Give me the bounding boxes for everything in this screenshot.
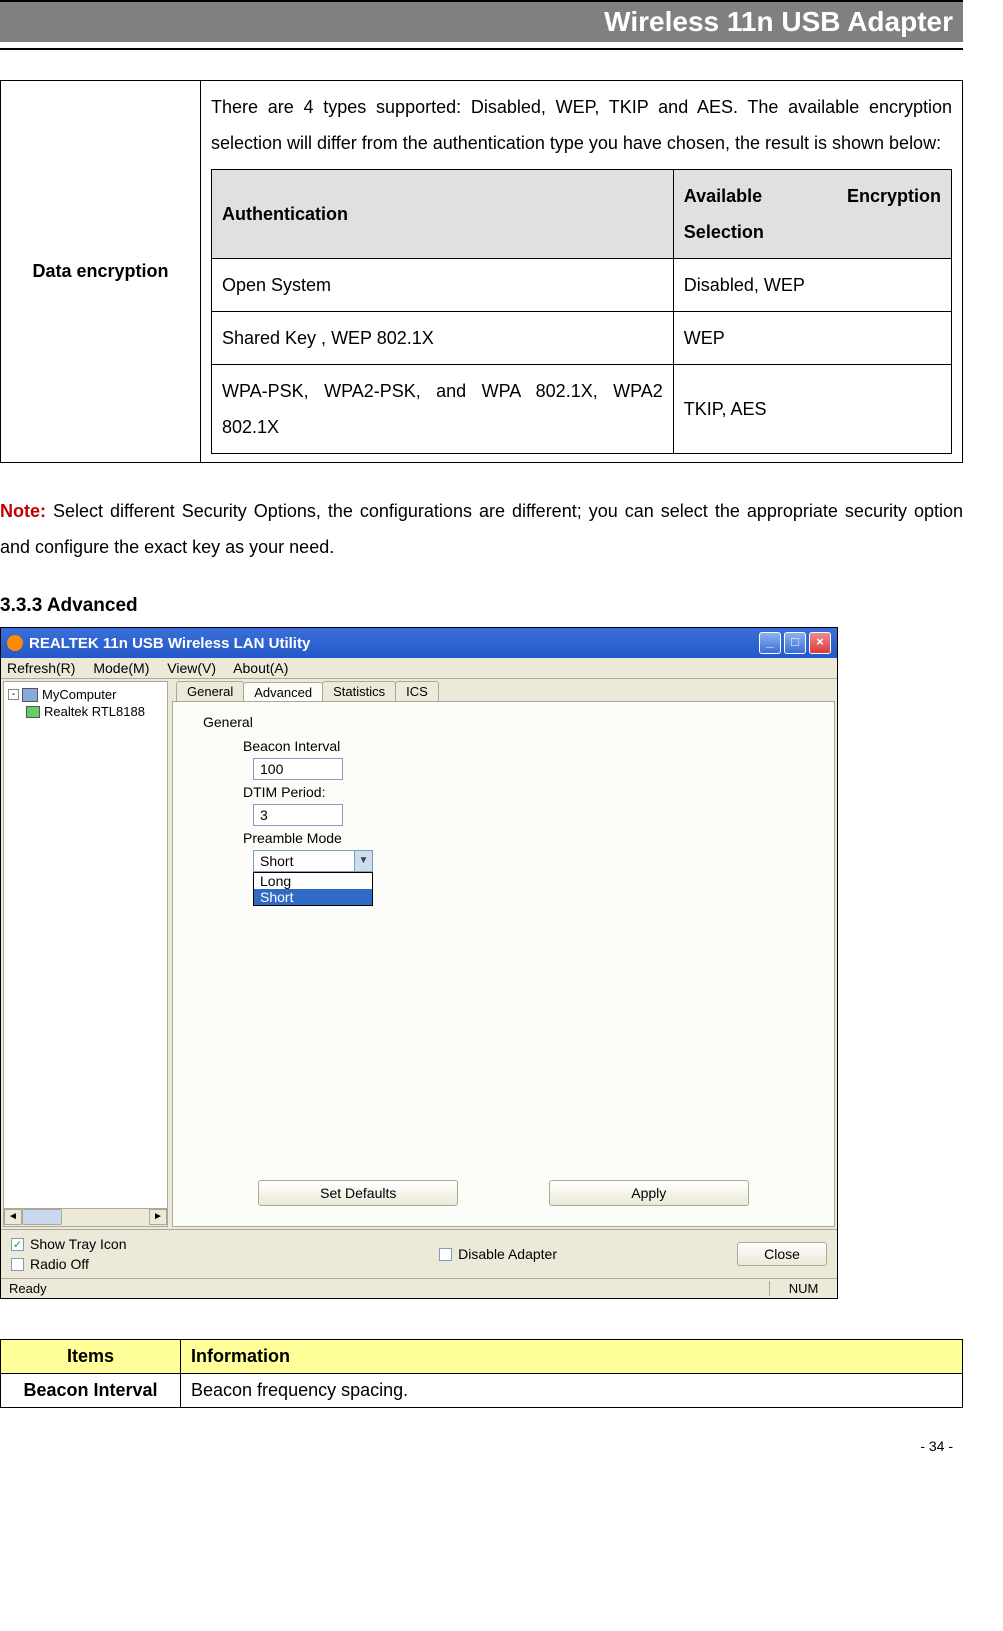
app-icon — [7, 635, 23, 651]
items-header-items: Items — [1, 1340, 181, 1374]
enc-cell: Disabled, WEP — [673, 259, 951, 312]
menu-about[interactable]: About(A) — [233, 660, 288, 676]
auth-enc-table: Authentication Available Encryption Sele… — [211, 169, 952, 454]
items-header-info: Information — [181, 1340, 963, 1374]
scroll-right-icon[interactable]: ► — [149, 1209, 167, 1225]
tab-statistics[interactable]: Statistics — [322, 681, 396, 701]
auth-header: Authentication — [212, 170, 674, 259]
close-button[interactable]: Close — [737, 1242, 827, 1266]
radio-off-label: Radio Off — [30, 1256, 89, 1272]
preamble-mode-label: Preamble Mode — [243, 830, 804, 846]
dtim-period-label: DTIM Period: — [243, 784, 804, 800]
minimize-button[interactable]: _ — [759, 632, 781, 654]
statusbar: Ready NUM — [1, 1278, 837, 1298]
radio-off-checkbox[interactable]: Radio Off — [11, 1256, 127, 1272]
dtim-period-input[interactable]: 3 — [253, 804, 343, 826]
auth-cell: WPA-PSK, WPA2-PSK, and WPA 802.1X, WPA2 … — [212, 365, 674, 454]
note-paragraph: Note: Select different Security Options,… — [0, 493, 963, 565]
preamble-mode-select[interactable]: Short ▼ — [253, 850, 373, 872]
tree-scrollbar[interactable]: ◄ ► — [4, 1208, 167, 1226]
preamble-option-short[interactable]: Short — [254, 889, 372, 905]
tree-root-label: MyComputer — [42, 687, 116, 702]
encryption-intro: There are 4 types supported: Disabled, W… — [211, 97, 952, 153]
auth-cell: Open System — [212, 259, 674, 312]
chevron-down-icon[interactable]: ▼ — [354, 851, 372, 871]
tree-pane: - MyComputer Realtek RTL8188 ◄ ► — [3, 681, 168, 1227]
beacon-interval-label: Beacon Interval — [243, 738, 804, 754]
checkbox-icon — [439, 1248, 452, 1261]
titlebar: REALTEK 11n USB Wireless LAN Utility _ □… — [1, 628, 837, 658]
disable-adapter-checkbox[interactable]: Disable Adapter — [439, 1246, 557, 1262]
bottom-bar: ✓ Show Tray Icon Radio Off Disable Adapt… — [1, 1229, 837, 1278]
status-num: NUM — [769, 1281, 829, 1296]
note-label: Note: — [0, 501, 46, 521]
menubar: Refresh(R) Mode(M) View(V) About(A) — [1, 658, 837, 679]
tab-advanced[interactable]: Advanced — [243, 682, 323, 702]
show-tray-checkbox[interactable]: ✓ Show Tray Icon — [11, 1236, 127, 1252]
status-ready: Ready — [9, 1281, 769, 1296]
page-header: Wireless 11n USB Adapter — [0, 0, 963, 42]
close-window-button[interactable]: × — [809, 632, 831, 654]
tab-strip: General Advanced Statistics ICS — [172, 681, 835, 701]
section-heading: 3.3.3 Advanced — [0, 595, 963, 617]
preamble-option-long[interactable]: Long — [254, 873, 372, 889]
maximize-button[interactable]: □ — [784, 632, 806, 654]
encryption-table: Data encryption There are 4 types suppor… — [0, 80, 963, 463]
page-number: - 34 - — [0, 1438, 963, 1454]
header-rule — [0, 48, 963, 50]
auth-cell: Shared Key , WEP 802.1X — [212, 312, 674, 365]
menu-refresh[interactable]: Refresh(R) — [7, 660, 75, 676]
apply-button[interactable]: Apply — [549, 1180, 749, 1206]
app-window: REALTEK 11n USB Wireless LAN Utility _ □… — [0, 627, 838, 1299]
computer-icon — [22, 688, 38, 702]
enc-header: Available Encryption Selection — [673, 170, 951, 259]
disable-adapter-label: Disable Adapter — [458, 1246, 557, 1262]
checkbox-icon — [11, 1258, 24, 1271]
group-general-label: General — [203, 714, 804, 730]
show-tray-label: Show Tray Icon — [30, 1236, 127, 1252]
scroll-left-icon[interactable]: ◄ — [4, 1209, 22, 1225]
set-defaults-button[interactable]: Set Defaults — [258, 1180, 458, 1206]
preamble-dropdown-list: Long Short — [253, 872, 373, 906]
tree-child[interactable]: Realtek RTL8188 — [26, 703, 163, 720]
items-cell-info: Beacon frequency spacing. — [181, 1374, 963, 1408]
tab-content: General Beacon Interval 100 DTIM Period:… — [172, 701, 835, 1227]
scroll-thumb[interactable] — [22, 1209, 62, 1225]
menu-view[interactable]: View(V) — [167, 660, 216, 676]
window-title: REALTEK 11n USB Wireless LAN Utility — [29, 635, 310, 652]
beacon-interval-input[interactable]: 100 — [253, 758, 343, 780]
encryption-desc-cell: There are 4 types supported: Disabled, W… — [201, 81, 963, 463]
tree-root[interactable]: - MyComputer — [8, 686, 163, 703]
tree-child-label: Realtek RTL8188 — [44, 704, 145, 719]
tab-general[interactable]: General — [176, 681, 244, 701]
enc-cell: WEP — [673, 312, 951, 365]
device-icon — [26, 706, 40, 718]
menu-mode[interactable]: Mode(M) — [93, 660, 149, 676]
preamble-selected-value: Short — [254, 853, 354, 869]
enc-cell: TKIP, AES — [673, 365, 951, 454]
content-pane: General Advanced Statistics ICS General … — [172, 681, 835, 1227]
checkbox-icon: ✓ — [11, 1238, 24, 1251]
tab-ics[interactable]: ICS — [395, 681, 439, 701]
tree-collapse-icon[interactable]: - — [8, 689, 19, 700]
note-text: Select different Security Options, the c… — [0, 501, 963, 557]
encryption-label-cell: Data encryption — [1, 81, 201, 463]
items-cell-item: Beacon Interval — [1, 1374, 181, 1408]
items-table: Items Information Beacon Interval Beacon… — [0, 1339, 963, 1408]
